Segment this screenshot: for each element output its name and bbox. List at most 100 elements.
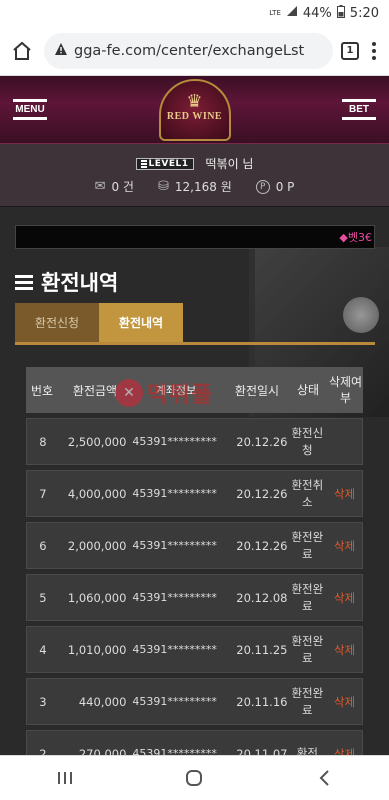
table-row: 3 440,000 45391********* 20.11.16 환전완료 삭…: [26, 678, 363, 725]
cell-no: 8: [39, 434, 47, 449]
cell-account: 45391*********: [132, 695, 217, 708]
cell-account: 45391*********: [132, 747, 217, 755]
cell-no: 4: [39, 642, 47, 657]
cell-account: 45391*********: [132, 643, 217, 656]
cell-status: 환전완료: [291, 685, 324, 717]
cell-date: 20.12.26: [236, 538, 288, 553]
cell-no: 6: [39, 538, 47, 553]
notice-marquee: ◆벳3€: [15, 225, 375, 249]
sub-tabs: 환전신청 환전내역: [15, 303, 375, 345]
crest-icon: ♛: [186, 90, 203, 112]
cell-date: 20.12.08: [236, 590, 288, 605]
delete-link[interactable]: 삭제: [327, 486, 362, 502]
cell-status: 환전완료: [291, 529, 324, 561]
cell-amount: 4,000,000: [67, 486, 127, 501]
status-bar: LTE 44% 5:20: [0, 0, 389, 26]
cell-date: 20.11.25: [236, 642, 288, 657]
logo-brand: RED WINE: [166, 110, 223, 122]
logo-tagline: [194, 122, 195, 127]
cell-account: 45391*********: [132, 591, 217, 604]
cell-status: 환전완료: [291, 581, 324, 613]
watermark-text: 먹튀폴: [147, 383, 214, 408]
cell-no: 5: [39, 590, 47, 605]
battery-level: 44%: [302, 5, 332, 21]
warning-icon: [54, 42, 68, 60]
address-bar[interactable]: gga-fe.com/center/exchangeLst: [44, 32, 333, 69]
cell-date: 20.11.07: [236, 746, 288, 756]
list-icon: [15, 274, 33, 290]
cell-account: 45391*********: [132, 487, 217, 500]
table-row: 6 2,000,000 45391********* 20.12.26 환전완료…: [26, 522, 363, 569]
header-date: 환전일시: [234, 383, 280, 398]
cell-status: 환전: [296, 746, 318, 755]
tab-exchange-request[interactable]: 환전신청: [15, 303, 99, 342]
cell-status: 환전완료: [291, 633, 324, 665]
messages-count[interactable]: 0 건: [111, 178, 134, 195]
coins-icon: ⛁: [157, 179, 169, 194]
cell-amount: 2,500,000: [67, 434, 127, 449]
more-options-icon[interactable]: [367, 41, 381, 60]
home-icon[interactable]: [8, 37, 36, 65]
page-title: 환전내역: [15, 267, 118, 297]
cell-account: 45391*********: [132, 539, 217, 552]
tab-exchange-history[interactable]: 환전내역: [99, 303, 183, 342]
main-content: ◆벳3€ 환전내역 환전신청 환전내역 번호 환전금액 계좌정보 환전일시 상태…: [0, 207, 389, 755]
cell-status: 환전취소: [291, 477, 324, 509]
back-icon[interactable]: [304, 763, 344, 793]
cell-amount: 1,010,000: [67, 642, 127, 657]
table-row: 8 2,500,000 45391********* 20.12.26 환전신청: [26, 418, 363, 465]
delete-link[interactable]: 삭제: [327, 590, 362, 606]
network-indicator: LTE: [269, 8, 281, 17]
cell-date: 20.12.26: [236, 486, 288, 501]
level-badge: LEVEL1: [135, 157, 194, 170]
delete-link[interactable]: 삭제: [327, 538, 362, 554]
cell-status: 환전신청: [291, 425, 324, 457]
points-value: 0 P: [275, 179, 295, 194]
url-text: gga-fe.com/center/exchangeLst: [74, 42, 305, 59]
menu-button[interactable]: MENU: [12, 92, 48, 128]
watermark-logo-icon: ✕: [115, 379, 143, 407]
bet-button[interactable]: BET: [341, 92, 377, 128]
envelope-icon[interactable]: ✉: [95, 179, 106, 194]
cell-amount: 270,000: [78, 746, 127, 756]
points-icon: P: [255, 179, 270, 194]
exchange-history-table: 번호 환전금액 계좌정보 환전일시 상태 삭제여부 8 2,500,000 45…: [26, 367, 363, 755]
bet-label: BET: [349, 104, 369, 115]
header-no: 번호: [30, 383, 54, 398]
table-row: 4 1,010,000 45391********* 20.11.25 환전완료…: [26, 626, 363, 673]
signal-icon: [286, 5, 298, 21]
battery-icon: [336, 4, 345, 22]
header-status: 상태: [296, 382, 320, 397]
tab-switcher-button[interactable]: 1: [341, 41, 359, 60]
balance-value: 12,168 원: [174, 180, 232, 194]
home-nav-icon[interactable]: [174, 763, 214, 793]
delete-link[interactable]: 삭제: [327, 746, 362, 756]
browser-toolbar: gga-fe.com/center/exchangeLst 1: [0, 26, 389, 76]
cell-no: 7: [39, 486, 47, 501]
user-info-bar: LEVEL1 떡볶이 님 ✉ 0 건 ⛁ 12,168 원 P 0 P: [0, 144, 389, 206]
level-icon: [140, 159, 147, 168]
cell-account: 45391*********: [132, 435, 217, 448]
watermark: ✕ 먹튀폴: [115, 377, 214, 409]
table-row: 5 1,060,000 45391********* 20.12.08 환전완료…: [26, 574, 363, 621]
user-nickname: 떡볶이 님: [205, 157, 254, 171]
cell-date: 20.11.16: [236, 694, 288, 709]
cell-amount: 440,000: [78, 694, 127, 709]
marquee-text: ◆벳3€: [339, 231, 372, 244]
menu-label: MENU: [15, 104, 45, 115]
system-nav-bar: [0, 755, 389, 800]
header-delete: 삭제여부: [328, 375, 363, 405]
delete-link[interactable]: 삭제: [327, 642, 362, 658]
clock: 5:20: [349, 5, 379, 21]
level-text: LEVEL1: [148, 158, 189, 169]
cell-no: 2: [39, 746, 47, 756]
table-row: 2 270,000 45391********* 20.11.07 환전 삭제: [26, 730, 363, 755]
cell-date: 20.12.26: [236, 434, 288, 449]
table-row: 7 4,000,000 45391********* 20.12.26 환전취소…: [26, 470, 363, 517]
page-title-text: 환전내역: [41, 271, 119, 295]
cell-amount: 2,000,000: [67, 538, 127, 553]
delete-link[interactable]: 삭제: [327, 694, 362, 710]
cell-no: 3: [39, 694, 47, 709]
recent-apps-icon[interactable]: [45, 763, 85, 793]
site-logo[interactable]: ♛ RED WINE: [158, 78, 231, 141]
